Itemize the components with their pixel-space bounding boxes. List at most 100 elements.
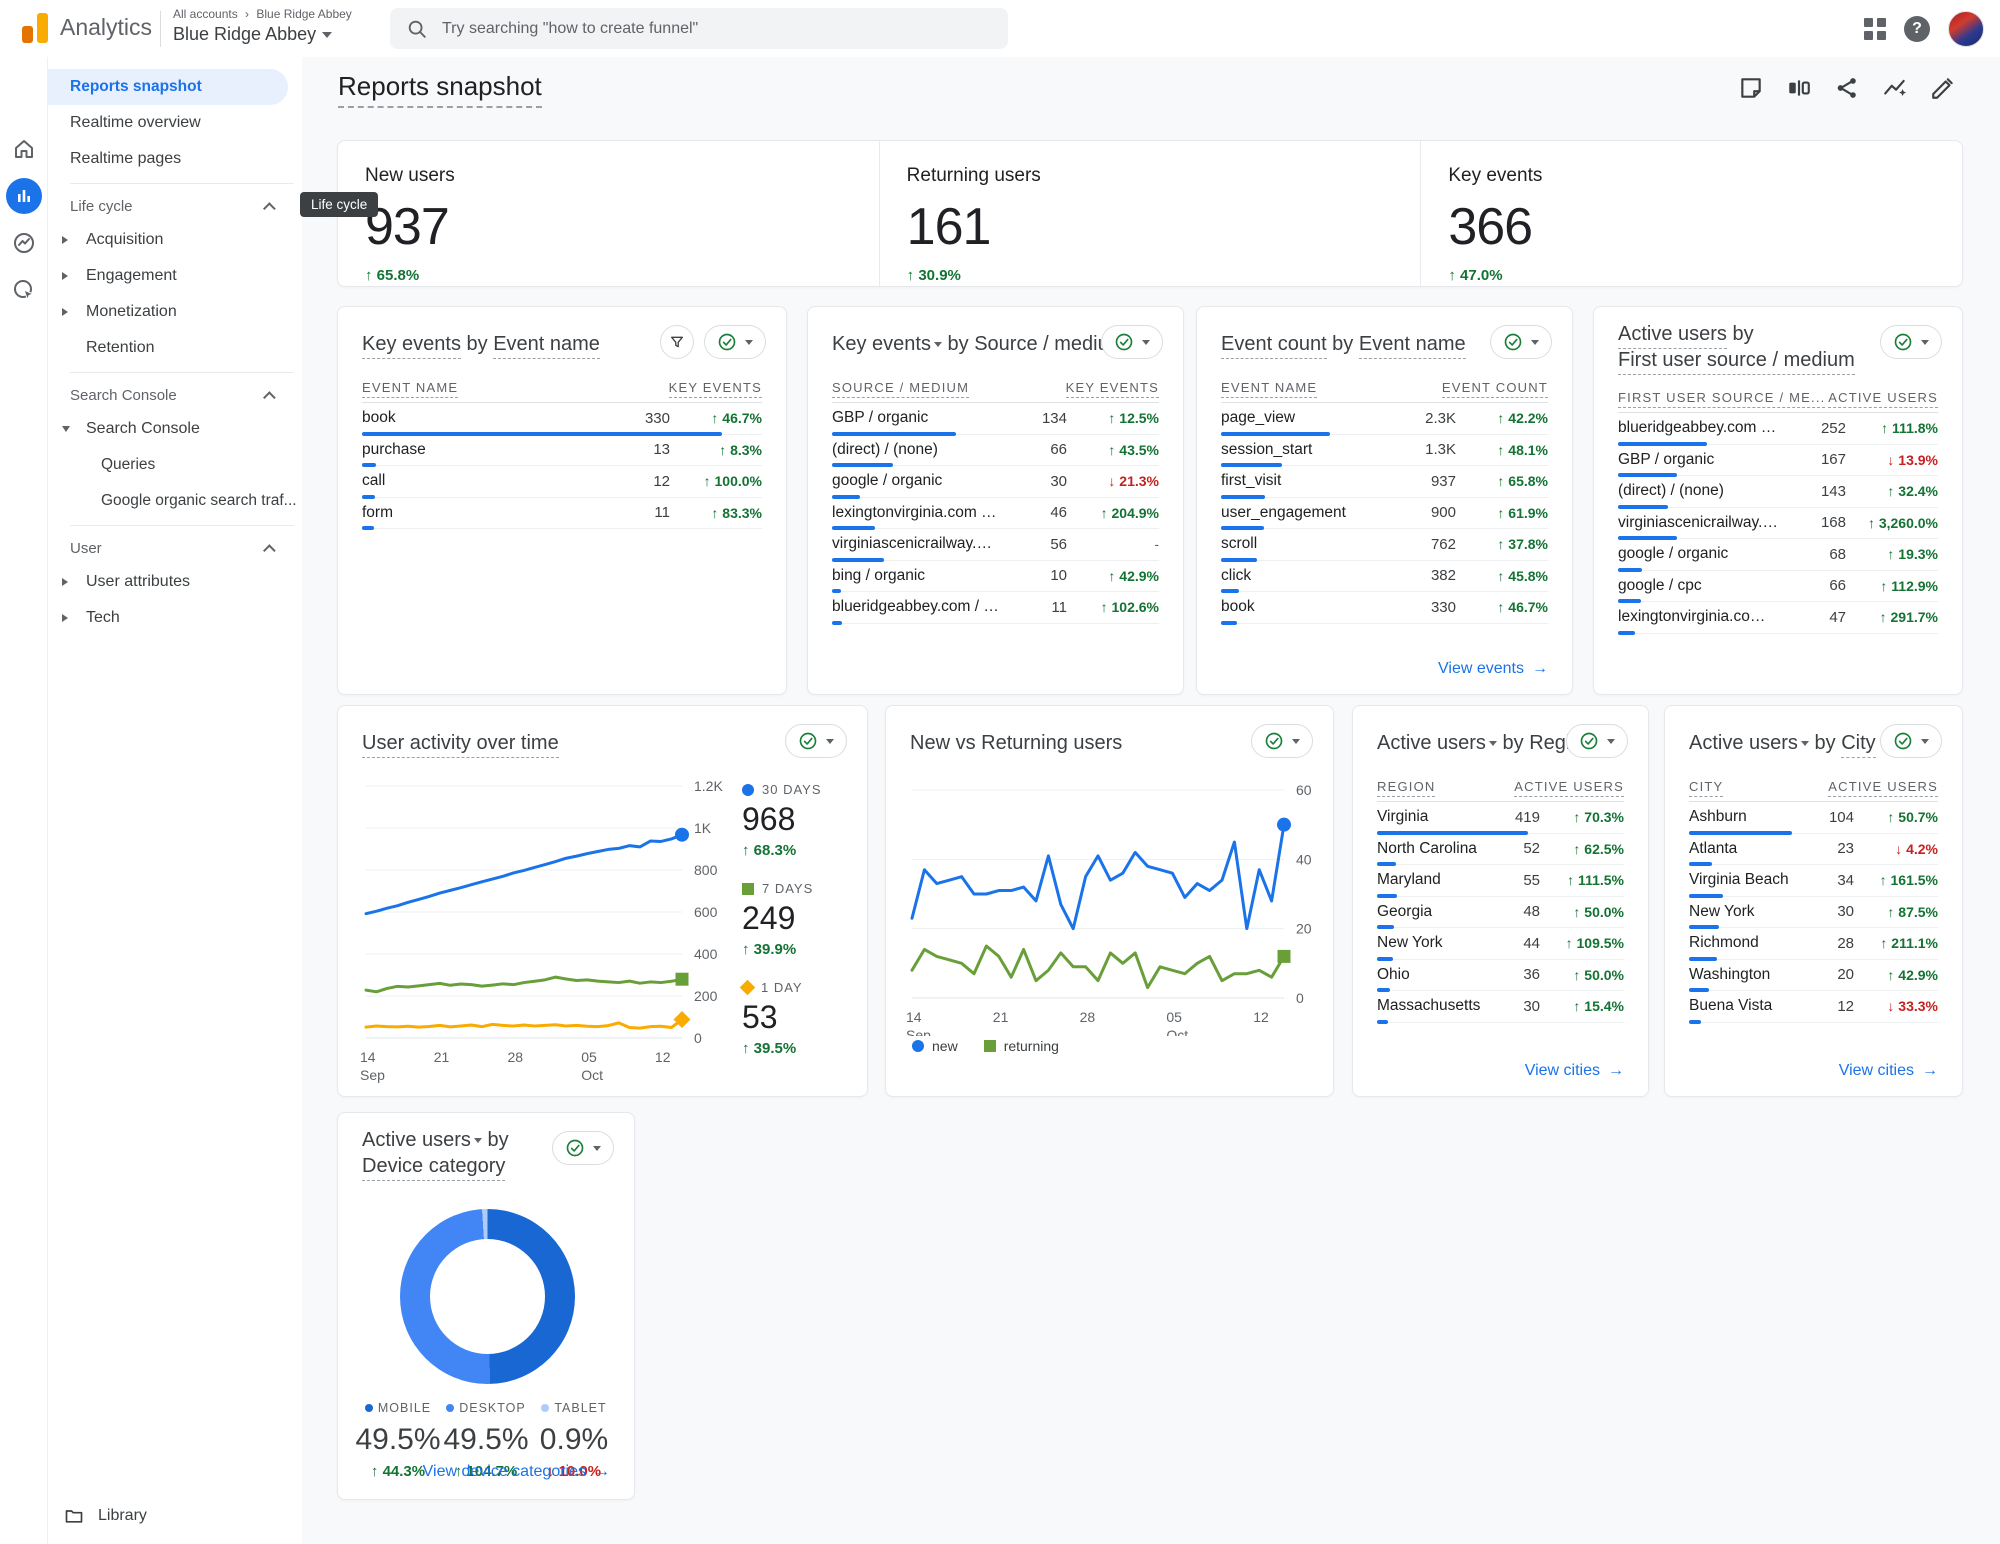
check-circle-icon: [1579, 731, 1599, 751]
table-row[interactable]: purchase13↑ 8.3%: [362, 435, 762, 467]
table-row[interactable]: blueridgeabbey.com / referral11↑ 102.6%: [832, 592, 1159, 624]
sidebar-section-life-cycle[interactable]: Life cycle: [48, 190, 302, 222]
metric-check-chip[interactable]: [1566, 724, 1628, 758]
table-row[interactable]: Ohio36↑ 50.0%: [1377, 960, 1624, 992]
table-row[interactable]: Massachusetts30↑ 15.4%: [1377, 991, 1624, 1023]
analytics-logo-icon[interactable]: [16, 13, 52, 45]
table-row[interactable]: New York30↑ 87.5%: [1689, 897, 1938, 929]
table-row[interactable]: Atlanta23↓ 4.2%: [1689, 834, 1938, 866]
chevron-down-icon: [1489, 741, 1497, 746]
table-row[interactable]: Georgia48↑ 50.0%: [1377, 897, 1624, 929]
metric-check-chip[interactable]: [704, 325, 766, 359]
table-row[interactable]: bing / organic10↑ 42.9%: [832, 561, 1159, 593]
expand-right-icon: [62, 614, 68, 622]
table-row[interactable]: user_engagement900↑ 61.9%: [1221, 498, 1548, 530]
view-cities-link[interactable]: View cities→: [1839, 1062, 1938, 1080]
home-icon[interactable]: [12, 137, 36, 161]
svg-text:600: 600: [694, 904, 718, 920]
metric-check-chip[interactable]: [1880, 724, 1942, 758]
sidebar-item-monetization[interactable]: Monetization: [48, 294, 302, 330]
view-cities-link[interactable]: View cities→: [1525, 1062, 1624, 1080]
svg-text:0: 0: [694, 1030, 702, 1046]
search-input[interactable]: [442, 20, 992, 38]
table-row[interactable]: Maryland55↑ 111.5%: [1377, 865, 1624, 897]
insights-icon[interactable]: [1882, 75, 1908, 101]
table-header: EVENT NAMEEVENT COUNT: [1221, 373, 1548, 403]
sidebar-item-realtime-overview[interactable]: Realtime overview: [48, 105, 302, 141]
table-row[interactable]: session_start1.3K↑ 48.1%: [1221, 435, 1548, 467]
table-row[interactable]: Ashburn104↑ 50.7%: [1689, 802, 1938, 834]
sidebar-item-acquisition[interactable]: Acquisition: [48, 222, 302, 258]
table-row[interactable]: Washington20↑ 42.9%: [1689, 960, 1938, 992]
breadcrumb[interactable]: All accounts › Blue Ridge Abbey: [173, 7, 352, 21]
table-row[interactable]: lexingtonvirginia.com / refer...47↑ 291.…: [1618, 602, 1938, 634]
sidebar-item-user-attributes[interactable]: User attributes: [48, 564, 302, 600]
explore-icon[interactable]: [12, 231, 36, 255]
sidebar-item-retention[interactable]: Retention: [48, 330, 302, 366]
metric-check-chip[interactable]: [1251, 724, 1313, 758]
table-row[interactable]: google / cpc66↑ 112.9%: [1618, 571, 1938, 603]
card-title: New vs Returning users: [910, 728, 1309, 758]
metric-check-chip[interactable]: [1880, 325, 1942, 359]
table-row[interactable]: (direct) / (none)143↑ 32.4%: [1618, 476, 1938, 508]
search-bar[interactable]: [390, 8, 1008, 49]
table-row[interactable]: call12↑ 100.0%: [362, 466, 762, 498]
sidebar-item-library[interactable]: Library: [64, 1506, 147, 1526]
sidebar-section-search-console[interactable]: Search Console: [48, 379, 302, 411]
view-device-categories-link[interactable]: View device categories→: [423, 1463, 610, 1481]
svg-text:1.2K: 1.2K: [694, 778, 723, 794]
table-row[interactable]: New York44↑ 109.5%: [1377, 928, 1624, 960]
google-apps-icon[interactable]: [1864, 18, 1886, 40]
chevron-down-icon: [745, 340, 753, 345]
note-icon[interactable]: [1738, 75, 1764, 101]
sidebar-item-reports-snapshot[interactable]: Reports snapshot: [48, 69, 288, 105]
device-donut-chart: [400, 1209, 575, 1384]
table-row[interactable]: virginiascenicrailway.com / r...56 -: [832, 529, 1159, 561]
table-row[interactable]: blueridgeabbey.com / referral252↑ 111.8%: [1618, 413, 1938, 445]
sidebar-item-realtime-pages[interactable]: Realtime pages: [48, 141, 302, 177]
life-cycle-tooltip: Life cycle: [300, 192, 378, 217]
sidebar-item-queries[interactable]: Queries: [48, 447, 302, 483]
table-row[interactable]: book330↑ 46.7%: [1221, 592, 1548, 624]
table-row[interactable]: form11↑ 83.3%: [362, 498, 762, 530]
sidebar-section-user[interactable]: User: [48, 532, 302, 564]
table-row[interactable]: Richmond28↑ 211.1%: [1689, 928, 1938, 960]
table-row[interactable]: North Carolina52↑ 62.5%: [1377, 834, 1624, 866]
share-icon[interactable]: [1834, 75, 1860, 101]
table-row[interactable]: GBP / organic134↑ 12.5%: [832, 403, 1159, 435]
filter-chip[interactable]: [660, 325, 694, 359]
table-row[interactable]: google / organic30↓ 21.3%: [832, 466, 1159, 498]
sidebar-item-engagement[interactable]: Engagement: [48, 258, 302, 294]
summary-card: New users 937 ↑ 65.8% Returning users 16…: [337, 140, 1963, 287]
comparison-icon[interactable]: [1786, 75, 1812, 101]
help-icon[interactable]: ?: [1904, 16, 1930, 42]
edit-icon[interactable]: [1930, 75, 1956, 101]
metric-check-chip[interactable]: [552, 1131, 614, 1165]
table-row[interactable]: (direct) / (none)66↑ 43.5%: [832, 435, 1159, 467]
avatar[interactable]: [1948, 11, 1984, 47]
sidebar-item-search-console[interactable]: Search Console: [48, 411, 302, 447]
table-row[interactable]: page_view2.3K↑ 42.2%: [1221, 403, 1548, 435]
metric-check-chip[interactable]: [785, 724, 847, 758]
advertising-icon[interactable]: [12, 278, 36, 302]
sidebar-menu: Reports snapshotRealtime overviewRealtim…: [48, 57, 302, 636]
summary-new-users: New users 937 ↑ 65.8%: [338, 141, 879, 286]
table-row[interactable]: click382↑ 45.8%: [1221, 561, 1548, 593]
table-row[interactable]: Virginia419↑ 70.3%: [1377, 802, 1624, 834]
table-row[interactable]: google / organic68↑ 19.3%: [1618, 539, 1938, 571]
reports-nav-icon[interactable]: [6, 178, 42, 214]
table-row[interactable]: book330↑ 46.7%: [362, 403, 762, 435]
table-row[interactable]: virginiascenicrailway.com / r...168↑ 3,2…: [1618, 508, 1938, 540]
sidebar-item-google-organic-search-traf-[interactable]: Google organic search traf...: [48, 483, 302, 519]
table-row[interactable]: Virginia Beach34↑ 161.5%: [1689, 865, 1938, 897]
table-row[interactable]: scroll762↑ 37.8%: [1221, 529, 1548, 561]
metric-check-chip[interactable]: [1101, 325, 1163, 359]
table-row[interactable]: GBP / organic167↓ 13.9%: [1618, 445, 1938, 477]
view-events-link[interactable]: View events→: [1438, 660, 1548, 678]
metric-check-chip[interactable]: [1490, 325, 1552, 359]
table-row[interactable]: Buena Vista12↓ 33.3%: [1689, 991, 1938, 1023]
sidebar-item-tech[interactable]: Tech: [48, 600, 302, 636]
table-row[interactable]: lexingtonvirginia.com / refer...46↑ 204.…: [832, 498, 1159, 530]
table-row[interactable]: first_visit937↑ 65.8%: [1221, 466, 1548, 498]
property-selector[interactable]: Blue Ridge Abbey: [173, 24, 332, 45]
